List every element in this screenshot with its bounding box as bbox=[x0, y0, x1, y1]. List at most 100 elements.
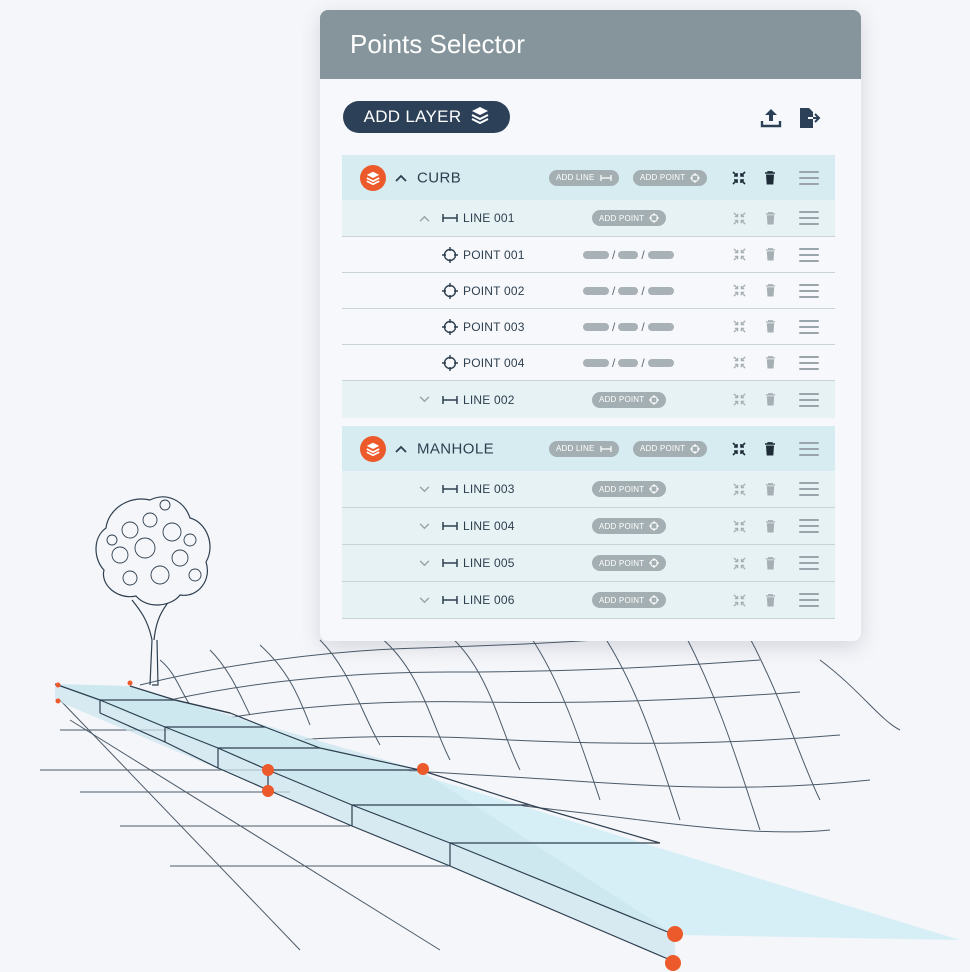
drag-handle-icon[interactable] bbox=[799, 170, 819, 185]
chevron-down-icon[interactable] bbox=[417, 519, 431, 533]
trash-icon[interactable] bbox=[761, 318, 779, 336]
upload-icon[interactable] bbox=[758, 105, 784, 131]
collapse-arrows-icon[interactable] bbox=[730, 282, 748, 300]
collapse-arrows-icon[interactable] bbox=[730, 440, 748, 458]
chevron-up-icon[interactable] bbox=[394, 442, 408, 456]
drag-handle-icon[interactable] bbox=[799, 392, 819, 407]
collapse-arrows-icon[interactable] bbox=[730, 480, 748, 498]
trash-icon[interactable] bbox=[761, 440, 779, 458]
line-segment-icon bbox=[599, 174, 612, 181]
drag-handle-icon[interactable] bbox=[799, 319, 819, 334]
line-name: LINE 005 bbox=[463, 556, 515, 570]
add-point-chip[interactable]: ADD POINT bbox=[592, 555, 667, 571]
points-selector-panel: Points Selector ADD LAYER CURB ADD LINE … bbox=[320, 10, 861, 641]
crosshair-target-icon bbox=[442, 246, 458, 263]
collapse-arrows-icon[interactable] bbox=[730, 318, 748, 336]
coordinates-field[interactable]: / / bbox=[583, 284, 674, 298]
collapse-arrows-icon[interactable] bbox=[730, 246, 748, 264]
coordinates-field[interactable]: / / bbox=[583, 320, 674, 334]
point-row[interactable]: POINT 001 // bbox=[342, 237, 835, 273]
layer-name: CURB bbox=[417, 169, 462, 186]
line-row[interactable]: LINE 006 ADD POINT bbox=[342, 582, 835, 619]
line-row[interactable]: LINE 001 ADD POINT bbox=[342, 200, 835, 237]
collapse-arrows-icon[interactable] bbox=[730, 517, 748, 535]
drag-handle-icon[interactable] bbox=[799, 247, 819, 262]
add-point-chip[interactable]: ADD POINT bbox=[592, 518, 667, 534]
toolbar: ADD LAYER bbox=[320, 79, 861, 155]
coord-separator: / bbox=[641, 355, 645, 370]
export-file-icon[interactable] bbox=[797, 105, 823, 131]
collapse-arrows-icon[interactable] bbox=[730, 169, 748, 187]
panel-header: Points Selector bbox=[320, 10, 861, 79]
line-segment-icon bbox=[442, 214, 458, 222]
coord-y bbox=[618, 322, 639, 331]
drag-handle-icon[interactable] bbox=[799, 556, 819, 570]
chevron-down-icon[interactable] bbox=[417, 482, 431, 496]
survey-point bbox=[262, 764, 274, 776]
add-line-label: ADD LINE bbox=[556, 444, 595, 453]
trash-icon[interactable] bbox=[761, 391, 779, 409]
survey-point bbox=[665, 955, 681, 971]
coord-y bbox=[618, 358, 639, 367]
drag-handle-icon[interactable] bbox=[799, 519, 819, 533]
crosshair-target-icon bbox=[649, 484, 660, 494]
add-point-chip[interactable]: ADD POINT bbox=[592, 481, 667, 497]
trash-icon[interactable] bbox=[761, 169, 779, 187]
trash-icon[interactable] bbox=[761, 480, 779, 498]
collapse-arrows-icon[interactable] bbox=[730, 209, 748, 227]
drag-handle-icon[interactable] bbox=[799, 283, 819, 298]
chevron-down-icon[interactable] bbox=[417, 393, 431, 407]
coord-separator: / bbox=[641, 247, 645, 262]
trash-icon[interactable] bbox=[761, 209, 779, 227]
coord-separator: / bbox=[612, 355, 616, 370]
coord-x bbox=[583, 358, 609, 367]
add-point-chip[interactable]: ADD POINT bbox=[592, 210, 667, 226]
layers-icon bbox=[360, 435, 386, 462]
line-segment-icon bbox=[442, 596, 458, 604]
chevron-down-icon[interactable] bbox=[417, 593, 431, 607]
line-row[interactable]: LINE 003 ADD POINT bbox=[342, 471, 835, 508]
chevron-up-icon[interactable] bbox=[417, 211, 431, 225]
point-row[interactable]: POINT 003 // bbox=[342, 309, 835, 345]
drag-handle-icon[interactable] bbox=[799, 593, 819, 607]
coordinates-field[interactable]: / / bbox=[583, 248, 674, 262]
drag-handle-icon[interactable] bbox=[799, 211, 819, 225]
trash-icon[interactable] bbox=[761, 354, 779, 372]
add-layer-label: ADD LAYER bbox=[363, 107, 462, 126]
trash-icon[interactable] bbox=[761, 517, 779, 535]
add-line-chip[interactable]: ADD LINE bbox=[549, 169, 619, 186]
layer-row-curb[interactable]: CURB ADD LINE ADD POINT bbox=[342, 155, 835, 200]
tree-illustration bbox=[95, 496, 211, 686]
collapse-arrows-icon[interactable] bbox=[730, 591, 748, 609]
trash-icon[interactable] bbox=[761, 554, 779, 572]
drag-handle-icon[interactable] bbox=[799, 355, 819, 370]
trash-icon[interactable] bbox=[761, 591, 779, 609]
line-row[interactable]: LINE 004 ADD POINT bbox=[342, 508, 835, 545]
line-segment-icon bbox=[442, 485, 458, 493]
add-line-label: ADD LINE bbox=[556, 173, 595, 182]
line-row[interactable]: LINE 005 ADD POINT bbox=[342, 545, 835, 582]
add-layer-button[interactable]: ADD LAYER bbox=[343, 101, 510, 133]
chevron-down-icon[interactable] bbox=[417, 556, 431, 570]
add-point-chip[interactable]: ADD POINT bbox=[592, 391, 667, 408]
drag-handle-icon[interactable] bbox=[799, 482, 819, 496]
point-row[interactable]: POINT 004 // bbox=[342, 345, 835, 381]
add-point-chip[interactable]: ADD POINT bbox=[633, 440, 708, 457]
line-row[interactable]: LINE 002 ADD POINT bbox=[342, 381, 835, 418]
add-point-chip[interactable]: ADD POINT bbox=[592, 592, 667, 608]
coord-x bbox=[583, 322, 609, 331]
layer-row-manhole[interactable]: MANHOLE ADD LINE ADD POINT bbox=[342, 426, 835, 471]
drag-handle-icon[interactable] bbox=[799, 441, 819, 456]
collapse-arrows-icon[interactable] bbox=[730, 391, 748, 409]
point-name: POINT 004 bbox=[463, 355, 525, 370]
add-point-chip[interactable]: ADD POINT bbox=[633, 169, 708, 186]
coordinates-field[interactable]: / / bbox=[583, 356, 674, 370]
point-row[interactable]: POINT 002 // bbox=[342, 273, 835, 309]
collapse-arrows-icon[interactable] bbox=[730, 554, 748, 572]
trash-icon[interactable] bbox=[761, 246, 779, 264]
chevron-up-icon[interactable] bbox=[394, 171, 408, 185]
add-line-chip[interactable]: ADD LINE bbox=[549, 440, 619, 457]
trash-icon[interactable] bbox=[761, 282, 779, 300]
collapse-arrows-icon[interactable] bbox=[730, 354, 748, 372]
point-name: POINT 002 bbox=[463, 283, 525, 298]
